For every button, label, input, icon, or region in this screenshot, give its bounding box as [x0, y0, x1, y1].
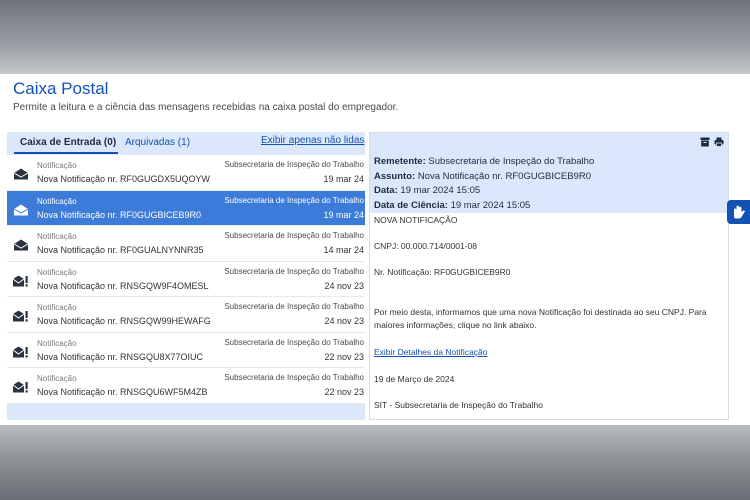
body-cnpj: CNPJ: 00.000.714/0001-08	[374, 241, 478, 251]
mailbox-tabs: Caixa de Entrada (0) Arquivadas (1) Exib…	[7, 132, 365, 154]
message-type: Notificação	[37, 374, 77, 383]
body-signature: SIT - Subsecretaria de Inspeção do Traba…	[374, 400, 543, 410]
message-sender: Subsecretaria de Inspeção do Trabalho	[224, 231, 364, 240]
message-row-selected[interactable]: Notificação Nova Notificação nr. RF0GUGB…	[7, 190, 365, 226]
detail-toolbar	[370, 133, 728, 152]
message-row[interactable]: Notificação Nova Notificação nr. RF0GUAL…	[7, 226, 365, 262]
message-row[interactable]: Notificação Nova Notificação nr. RNSGQW9…	[7, 297, 365, 333]
body-paragraph-line-1: Por meio desta, informamos que uma nova …	[374, 307, 707, 317]
message-sender: Subsecretaria de Inspeção do Trabalho	[224, 337, 364, 347]
message-list-pane: Caixa de Entrada (0) Arquivadas (1) Exib…	[7, 132, 365, 420]
sign-language-icon	[734, 205, 745, 219]
message-date: 19 mar 24	[323, 209, 364, 220]
message-subject: Nova Notificação nr. RNSGQU8X77OIUC	[37, 351, 204, 362]
message-type: Notificação	[37, 232, 77, 241]
notification-details-link[interactable]: Exibir Detalhes da Notificação	[374, 347, 487, 357]
science-date-line: Data de Ciência: 19 mar 2024 15:05	[374, 199, 531, 211]
message-subject: Nova Notificação nr. RF0GUGBICEB9R0	[37, 209, 202, 220]
message-row[interactable]: Notificação Nova Notificação nr. RNSGQU6…	[7, 368, 365, 404]
message-sender: Subsecretaria de Inspeção do Trabalho	[224, 302, 364, 311]
body-heading: NOVA NOTIFICAÇÃO	[374, 215, 458, 225]
envelope-alert-icon	[13, 310, 28, 322]
mailbox-panel: Caixa Postal Permite a leitura e a ciênc…	[0, 74, 750, 425]
message-subject: Nova Notificação nr. RF0GUGDX5UQOYW	[37, 174, 211, 184]
envelope-open-icon	[13, 239, 29, 251]
body-paragraph-line-2: maiores informações, clique no link abai…	[374, 320, 537, 330]
tab-archived[interactable]: Arquivadas (1)	[125, 137, 190, 148]
message-sender: Subsecretaria de Inspeção do Trabalho	[224, 266, 364, 276]
blurred-background-top	[0, 0, 750, 74]
envelope-open-icon	[13, 168, 29, 180]
page-title: Caixa Postal	[13, 79, 109, 98]
message-sender: Subsecretaria de Inspeção do Trabalho	[224, 373, 364, 382]
message-row[interactable]: Notificação Nova Notificação nr. RNSGQW9…	[7, 261, 365, 297]
message-subject: Nova Notificação nr. RF0GUALNYNNR35	[37, 245, 204, 255]
message-type: Notificação	[37, 267, 77, 277]
subject-line: Assunto: Nova Notificação nr. RF0GUGBICE…	[374, 170, 591, 182]
message-type: Notificação	[37, 338, 77, 348]
blurred-background-bottom	[0, 425, 750, 500]
body-notification-number: Nr. Notificação: RF0GUGBICEB9R0	[374, 267, 511, 277]
page-subtitle: Permite a leitura e a ciência das mensag…	[13, 102, 399, 113]
message-date: 14 mar 24	[323, 245, 364, 255]
envelope-alert-icon	[13, 346, 28, 357]
message-sender: Subsecretaria de Inspeção do Trabalho	[224, 160, 364, 169]
accessibility-tab[interactable]	[727, 200, 750, 224]
envelope-open-icon	[13, 204, 29, 215]
message-row[interactable]: Notificação Nova Notificação nr. RNSGQU8…	[7, 332, 365, 368]
envelope-alert-icon	[13, 381, 28, 393]
show-unread-only-link[interactable]: Exibir apenas não lidas	[261, 135, 364, 146]
message-metadata: Remetente: Subsecretaria de Inspeção do …	[370, 152, 728, 213]
message-type: Notificação	[37, 196, 77, 206]
date-line: Data: 19 mar 2024 15:05	[374, 185, 481, 196]
message-subject: Nova Notificação nr. RNSGQU6WF5M4ZB	[37, 387, 208, 397]
message-date: 22 nov 23	[324, 387, 364, 397]
message-date: 24 nov 23	[324, 280, 364, 291]
body-date: 19 de Março de 2024	[374, 374, 455, 384]
archive-icon[interactable]	[700, 137, 710, 147]
tab-inbox[interactable]: Caixa de Entrada (0)	[20, 137, 116, 148]
message-subject: Nova Notificação nr. RNSGQW9F4OMESL	[37, 280, 209, 291]
message-date: 22 nov 23	[324, 351, 364, 362]
message-row[interactable]: Notificação Nova Notificação nr. RF0GUGD…	[7, 155, 365, 191]
active-tab-indicator	[14, 152, 118, 154]
message-subject: Nova Notificação nr. RNSGQW99HEWAFG	[37, 316, 211, 326]
print-icon[interactable]	[714, 137, 724, 147]
sender-line: Remetente: Subsecretaria de Inspeção do …	[374, 156, 595, 167]
message-type: Notificação	[37, 303, 77, 312]
message-date: 19 mar 24	[323, 174, 364, 184]
message-sender: Subsecretaria de Inspeção do Trabalho	[224, 195, 364, 205]
message-date: 24 nov 23	[324, 316, 364, 326]
envelope-alert-icon	[13, 275, 28, 286]
message-list: Notificação Nova Notificação nr. RF0GUGD…	[7, 155, 365, 404]
message-type: Notificação	[37, 161, 77, 170]
message-detail-pane: Remetente: Subsecretaria de Inspeção do …	[369, 132, 729, 420]
